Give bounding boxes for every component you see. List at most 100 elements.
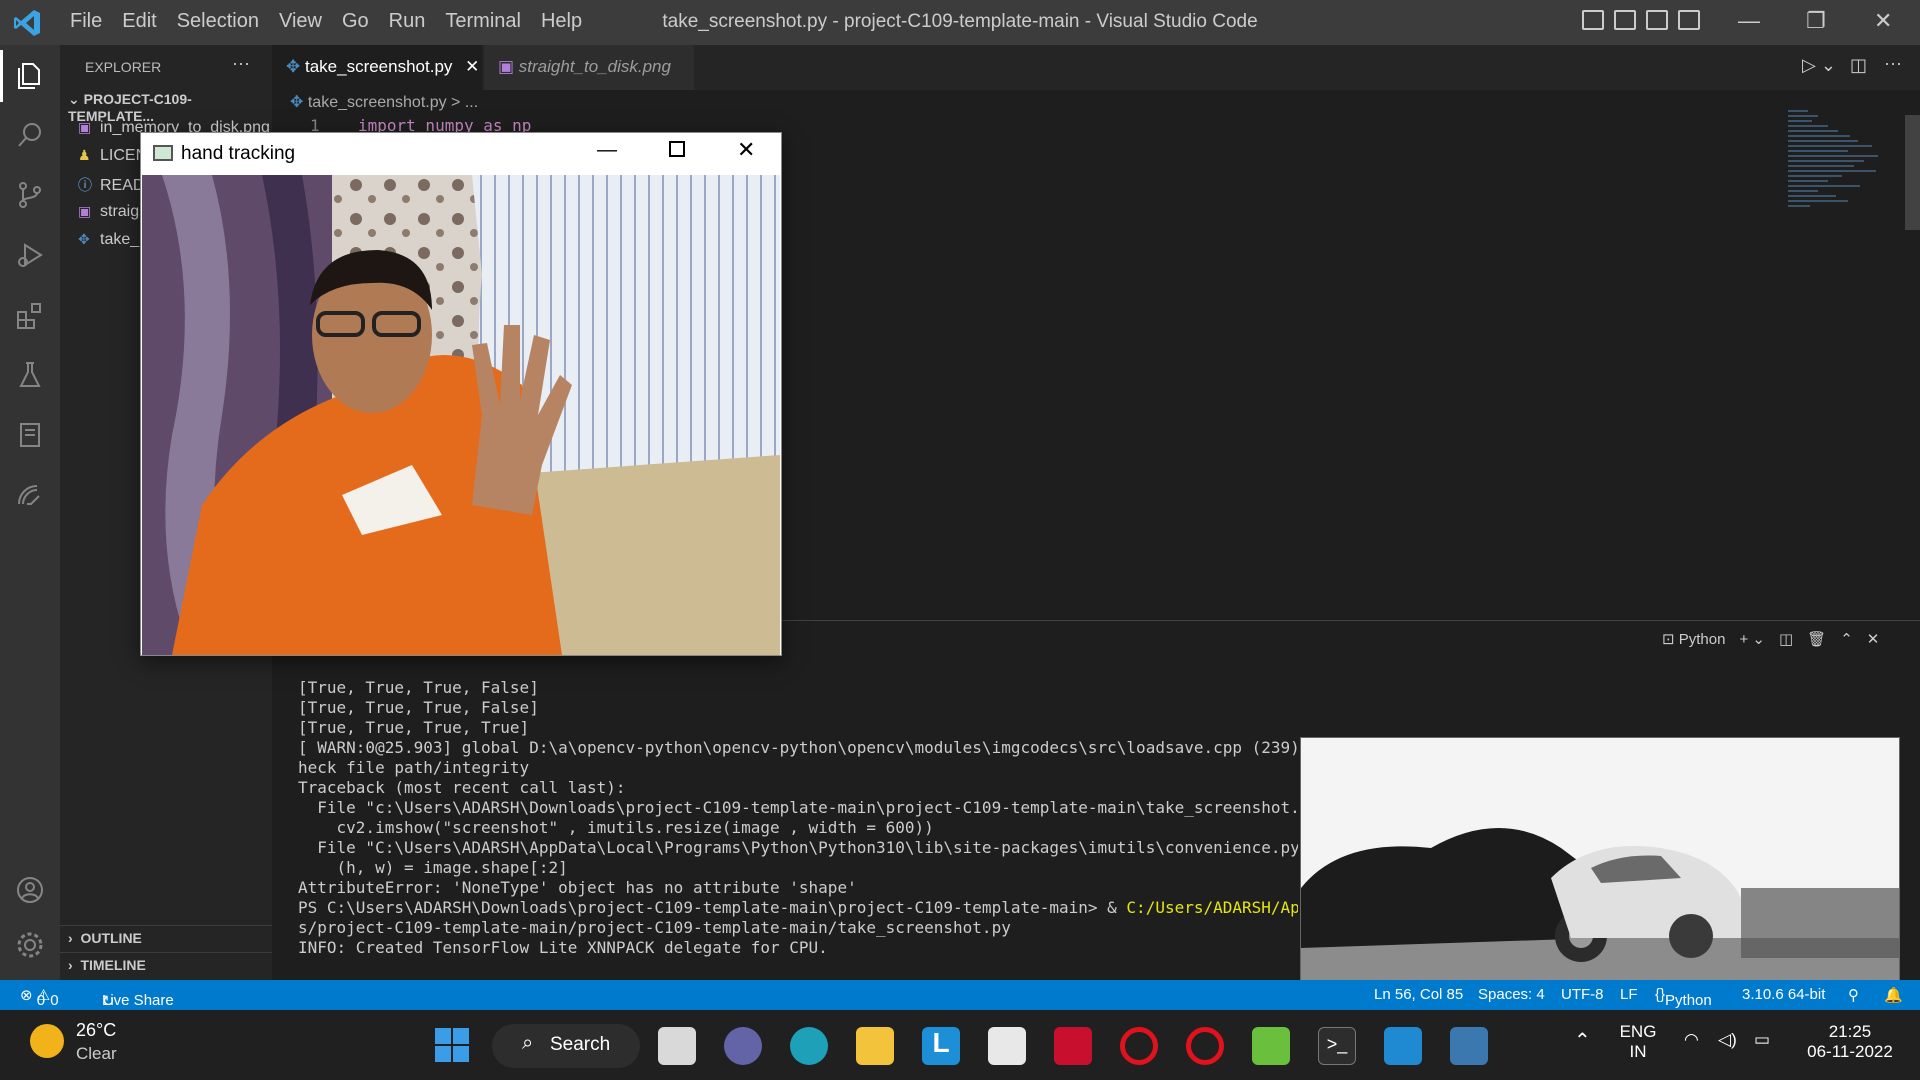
customize-layout-icon[interactable] [1678, 10, 1700, 30]
search-icon[interactable] [15, 120, 45, 150]
terminal-line: AttributeError: 'NoneType' object has no… [298, 878, 857, 897]
python-file-icon: ✥ [286, 57, 301, 76]
toggle-panel-icon[interactable] [1614, 10, 1636, 30]
opera-icon[interactable] [1120, 1027, 1158, 1065]
minimize-icon[interactable]: — [1738, 8, 1760, 34]
terminal-line: (h, w) = image.shape[:2] [298, 858, 568, 877]
windows-start-icon[interactable] [434, 1027, 470, 1063]
terminal-shell-selector[interactable]: ⊡ Python [1662, 630, 1725, 648]
hand-tracking-window[interactable]: hand tracking — ✕ [140, 132, 782, 656]
terminal-line: File "C:\Users\ADARSH\AppData\Local\Prog… [298, 838, 1298, 857]
split-terminal-icon[interactable]: ◫ [1779, 630, 1793, 648]
maximize-panel-icon[interactable]: ⌃ [1840, 630, 1853, 648]
outline-section[interactable]: › OUTLINE [60, 925, 272, 951]
python-file-icon: ✥ [78, 231, 90, 247]
restore-icon[interactable]: ❐ [1806, 8, 1826, 34]
hand-tracking-title: hand tracking [181, 143, 296, 164]
activity-bar [0, 45, 60, 980]
car-image-window[interactable] [1300, 737, 1900, 987]
split-editor-icon[interactable]: ◫ [1850, 55, 1867, 76]
minimap[interactable] [1788, 110, 1898, 250]
active-indicator [0, 50, 3, 102]
tab-take-screenshot[interactable]: ✥ take_screenshot.py ✕ [272, 45, 482, 90]
terminal-line: s/project-C109-template-main/project-C10… [298, 918, 1011, 937]
license-icon: ♟ [78, 147, 91, 163]
minimize-icon[interactable]: — [597, 139, 617, 162]
volume-icon[interactable]: ◁) [1718, 1030, 1737, 1050]
accounts-icon[interactable]: ⚲ [1848, 986, 1859, 1004]
wifi-icon[interactable]: ◠ [1684, 1030, 1699, 1050]
close-icon[interactable]: ✕ [737, 137, 755, 163]
teams-chat-icon[interactable] [724, 1027, 762, 1065]
menu-edit[interactable]: Edit [112, 10, 166, 33]
menu-go[interactable]: Go [332, 10, 379, 33]
edge-browser-icon[interactable] [790, 1027, 828, 1065]
close-tab-icon[interactable]: ✕ [465, 57, 479, 76]
toggle-secondary-sidebar-icon[interactable] [1646, 10, 1668, 30]
weather-desc[interactable]: Clear [76, 1044, 117, 1064]
run-debug-icon[interactable] [15, 240, 45, 270]
timeline-section[interactable]: › TIMELINE [60, 952, 272, 978]
battery-icon[interactable]: ▭ [1754, 1030, 1770, 1050]
opencv-window-icon [153, 145, 173, 161]
remote-explorer-icon[interactable] [15, 480, 45, 510]
python-interpreter[interactable]: 3.10.6 64-bit [1742, 986, 1825, 1003]
account-icon[interactable] [15, 875, 45, 905]
testing-icon[interactable] [15, 360, 45, 390]
notifications-bell-icon[interactable]: 🔔 [1884, 986, 1903, 1004]
settings-gear-icon[interactable] [15, 930, 45, 960]
indentation[interactable]: Spaces: 4 [1478, 986, 1545, 1003]
layout-controls [1582, 10, 1700, 30]
mcafee-icon[interactable] [1054, 1027, 1092, 1065]
menu-run[interactable]: Run [379, 10, 436, 33]
clock[interactable]: 21:25 06-11-2022 [1796, 1022, 1904, 1062]
file-explorer-icon[interactable] [856, 1027, 894, 1065]
vscode-logo-icon [14, 10, 40, 36]
opera-gx-icon[interactable] [1186, 1027, 1224, 1065]
more-actions-icon[interactable]: ··· [232, 53, 250, 74]
menu-file[interactable]: File [60, 10, 112, 33]
l-app-icon[interactable]: L [922, 1027, 960, 1065]
source-control-icon[interactable] [15, 180, 45, 210]
close-icon[interactable]: ✕ [1874, 8, 1892, 34]
menu-view[interactable]: View [269, 10, 332, 33]
bluestacks-icon[interactable] [1252, 1027, 1290, 1065]
menu-selection[interactable]: Selection [167, 10, 269, 33]
terminal-line: [True, True, True, False] [298, 698, 539, 717]
project-folder[interactable]: ⌄ PROJECT-C109-TEMPLATE... [60, 91, 272, 124]
terminal-output[interactable]: [True, True, True, False] [True, True, Tr… [298, 678, 1298, 958]
toggle-sidebar-icon[interactable] [1582, 10, 1604, 30]
menu-terminal[interactable]: Terminal [435, 10, 531, 33]
more-actions-icon[interactable]: ··· [1884, 53, 1902, 74]
new-terminal-icon[interactable]: + ⌄ [1739, 630, 1765, 648]
kill-terminal-icon[interactable]: 🗑 [1807, 630, 1826, 648]
close-panel-icon[interactable]: ✕ [1867, 630, 1880, 648]
image-file-icon: ▣ [78, 203, 92, 219]
search-icon: ⌕ [522, 1032, 534, 1054]
editor-scrollbar[interactable] [1905, 115, 1920, 230]
python-taskbar-icon[interactable] [1450, 1027, 1488, 1065]
microsoft-store-icon[interactable] [988, 1027, 1026, 1065]
tab-straight-to-disk[interactable]: ▣ straight_to_disk.png [484, 45, 694, 90]
terminal-icon[interactable]: >_ [1318, 1027, 1356, 1065]
menu-help[interactable]: Help [531, 10, 592, 33]
vscode-taskbar-icon[interactable] [1384, 1027, 1422, 1065]
breadcrumb[interactable]: ✥ take_screenshot.py > ... [290, 92, 478, 112]
notebook-icon[interactable] [15, 420, 45, 450]
problems-indicator[interactable]: ⊗ 0 ⚠ 0 [20, 986, 59, 1009]
run-file-icon[interactable]: ▷ ⌄ [1802, 55, 1836, 76]
taskbar-search[interactable]: ⌕ Search [492, 1024, 640, 1068]
explorer-icon[interactable] [15, 60, 45, 90]
language-mode[interactable]: {} Python [1655, 986, 1712, 1009]
weather-temp[interactable]: 26°C [76, 1020, 116, 1041]
language-indicator[interactable]: ENG IN [1618, 1022, 1658, 1062]
task-view-icon[interactable] [658, 1027, 696, 1065]
python-file-icon: ✥ [290, 94, 304, 111]
maximize-icon[interactable] [669, 141, 685, 157]
line-ending[interactable]: LF [1620, 986, 1638, 1003]
tray-overflow-icon[interactable]: ⌃ [1574, 1028, 1591, 1053]
encoding[interactable]: UTF-8 [1561, 986, 1604, 1003]
extensions-icon[interactable] [15, 300, 45, 330]
car-image [1301, 738, 1899, 986]
cursor-position[interactable]: Ln 56, Col 85 [1374, 986, 1463, 1003]
